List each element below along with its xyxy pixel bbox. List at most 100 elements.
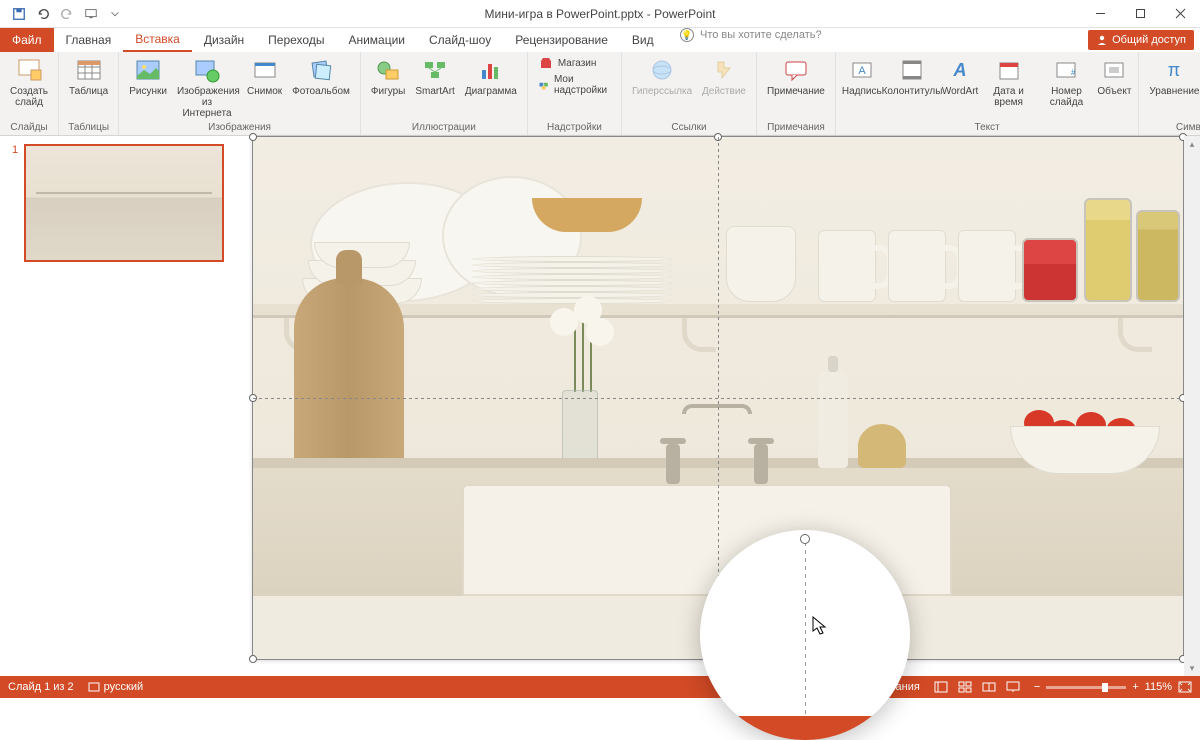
hyperlink-button[interactable]: Гиперссылка — [628, 54, 696, 99]
addins-icon — [538, 77, 550, 93]
share-button[interactable]: Общий доступ — [1088, 30, 1194, 50]
maximize-button[interactable] — [1120, 0, 1160, 28]
scene-decoration — [540, 288, 620, 468]
sorter-view-button[interactable] — [954, 678, 976, 696]
qat-dropdown-icon[interactable] — [104, 3, 126, 25]
slide-canvas-area[interactable]: ▴ ▾ — [236, 136, 1200, 676]
comment-button[interactable]: Примечание — [763, 54, 829, 99]
tab-home[interactable]: Главная — [54, 28, 124, 52]
zoom-in-button[interactable]: + — [1132, 681, 1138, 693]
minimize-button[interactable] — [1080, 0, 1120, 28]
tab-view[interactable]: Вид — [620, 28, 666, 52]
tab-file[interactable]: Файл — [0, 28, 54, 52]
store-button[interactable]: Магазин — [534, 54, 615, 72]
new-slide-icon — [15, 56, 43, 84]
share-label: Общий доступ — [1112, 34, 1186, 46]
object-icon — [1100, 56, 1128, 84]
reading-view-button[interactable] — [978, 678, 1000, 696]
ribbon-group-text: A Надпись Колонтитулы A WordArt Дата и в… — [836, 52, 1140, 135]
tab-transitions[interactable]: Переходы — [256, 28, 336, 52]
tab-design[interactable]: Дизайн — [192, 28, 256, 52]
online-pictures-button[interactable]: Изображения из Интернета — [173, 54, 241, 121]
language-indicator[interactable]: русский — [88, 681, 143, 693]
object-button[interactable]: Объект — [1096, 54, 1132, 99]
redo-icon[interactable] — [56, 3, 78, 25]
scene-decoration — [726, 226, 796, 302]
scene-decoration — [532, 198, 642, 232]
scene-decoration — [888, 230, 946, 302]
svg-text:#: # — [1071, 68, 1076, 77]
tell-me-search[interactable]: 💡 Что вы хотите сделать? — [680, 28, 822, 42]
smartart-button[interactable]: SmartArt — [411, 54, 458, 99]
tab-insert[interactable]: Вставка — [123, 28, 192, 52]
tab-review[interactable]: Рецензирование — [503, 28, 620, 52]
slideshow-view-button[interactable] — [1002, 678, 1024, 696]
slide-image[interactable] — [252, 136, 1184, 596]
new-slide-button[interactable]: Создать слайд — [6, 54, 52, 110]
scroll-down-icon[interactable]: ▾ — [1184, 660, 1200, 676]
slide-counter[interactable]: Слайд 1 из 2 — [8, 681, 74, 693]
screenshot-button[interactable]: Снимок — [243, 54, 286, 99]
slide-thumbnails-panel[interactable]: 1 — [0, 136, 236, 676]
scene-decoration — [682, 318, 716, 352]
pictures-button[interactable]: Рисунки — [125, 54, 171, 99]
spellcheck-icon — [88, 681, 100, 693]
vertical-scrollbar[interactable]: ▴ ▾ — [1184, 136, 1200, 676]
view-buttons — [930, 678, 1024, 696]
thumbnail-item[interactable]: 1 — [12, 144, 224, 262]
equation-button[interactable]: π Уравнение — [1145, 54, 1200, 99]
ribbon: Создать слайд Слайды Таблица Таблицы Рис… — [0, 52, 1200, 136]
resize-handle[interactable] — [249, 655, 257, 663]
scroll-up-icon[interactable]: ▴ — [1184, 136, 1200, 152]
shapes-button[interactable]: Фигуры — [367, 54, 409, 99]
wordart-icon: A — [946, 56, 974, 84]
zoom-slider[interactable] — [1046, 686, 1126, 689]
action-button[interactable]: Действие — [698, 54, 750, 99]
header-footer-icon — [898, 56, 926, 84]
zoom-slider-thumb[interactable] — [1102, 683, 1108, 692]
zoom-value[interactable]: 115% — [1145, 681, 1172, 693]
scene-decoration — [818, 230, 876, 302]
tab-slideshow[interactable]: Слайд-шоу — [417, 28, 503, 52]
ribbon-group-images: Рисунки Изображения из Интернета Снимок … — [119, 52, 361, 135]
zoom-out-button[interactable]: − — [1034, 681, 1040, 693]
undo-icon[interactable] — [32, 3, 54, 25]
hyperlink-icon — [648, 56, 676, 84]
my-addins-button[interactable]: Мои надстройки — [534, 73, 615, 97]
resize-handle[interactable] — [800, 534, 810, 544]
photo-album-icon — [307, 56, 335, 84]
textbox-icon: A — [848, 56, 876, 84]
title-bar: Мини-игра в PowerPoint.pptx - PowerPoint — [0, 0, 1200, 28]
datetime-button[interactable]: Дата и время — [981, 54, 1037, 110]
scene-decoration — [1118, 318, 1152, 352]
screenshot-icon — [251, 56, 279, 84]
scene-decoration — [958, 230, 1016, 302]
smartart-icon — [421, 56, 449, 84]
chart-button[interactable]: Диаграмма — [461, 54, 521, 99]
ribbon-tabs: Файл Главная Вставка Дизайн Переходы Ани… — [0, 28, 1200, 52]
datetime-icon — [995, 56, 1023, 84]
header-footer-button[interactable]: Колонтитулы — [884, 54, 940, 99]
ribbon-group-links: Гиперссылка Действие Ссылки — [622, 52, 757, 135]
cursor-icon — [812, 616, 828, 636]
thumbnail-preview[interactable] — [24, 144, 224, 262]
scene-decoration — [294, 278, 404, 468]
close-button[interactable] — [1160, 0, 1200, 28]
textbox-button[interactable]: A Надпись — [842, 54, 882, 99]
svg-text:A: A — [858, 65, 866, 77]
start-slideshow-icon[interactable] — [80, 3, 102, 25]
ribbon-group-symbols: π Уравнение Ω Символ Символы — [1139, 52, 1200, 135]
ribbon-group-comments: Примечание Примечания — [757, 52, 836, 135]
fit-to-window-icon[interactable] — [1178, 681, 1192, 693]
tab-animations[interactable]: Анимации — [336, 28, 417, 52]
ribbon-group-slides: Создать слайд Слайды — [0, 52, 59, 135]
wordart-button[interactable]: A WordArt — [942, 54, 979, 99]
scene-decoration — [818, 372, 848, 468]
normal-view-button[interactable] — [930, 678, 952, 696]
table-button[interactable]: Таблица — [65, 54, 112, 99]
photo-album-button[interactable]: Фотоальбом — [288, 54, 354, 99]
slide-number-button[interactable]: # Номер слайда — [1039, 54, 1095, 110]
online-pictures-icon — [193, 56, 221, 84]
save-icon[interactable] — [8, 3, 30, 25]
ribbon-group-illustrations: Фигуры SmartArt Диаграмма Иллюстрации — [361, 52, 528, 135]
